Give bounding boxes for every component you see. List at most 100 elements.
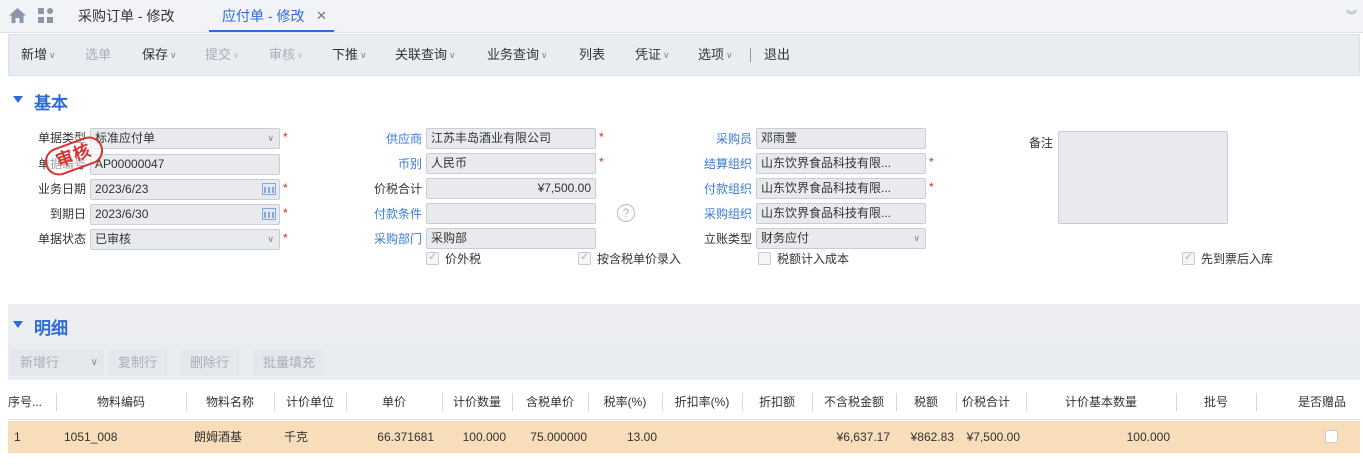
- business-query-button[interactable]: 业务查询 ∨: [487, 35, 548, 75]
- purdept-field[interactable]: 采购部: [426, 228, 596, 249]
- related-query-button[interactable]: 关联查询 ∨: [395, 35, 456, 75]
- cell-base-qty[interactable]: 100.000: [1026, 421, 1170, 453]
- cell-tax-price[interactable]: 75.000000: [512, 421, 587, 453]
- purdept-label[interactable]: 采购部门: [340, 229, 422, 249]
- save-button[interactable]: 保存 ∨: [142, 35, 177, 75]
- input-by-tax-price-checkbox[interactable]: [578, 250, 591, 265]
- payterm-label[interactable]: 付款条件: [340, 204, 422, 224]
- payterm-field[interactable]: [426, 203, 596, 224]
- new-button[interactable]: 新增 ∨: [21, 35, 56, 75]
- col-header-material-code[interactable]: 物料编码: [56, 384, 186, 420]
- supplier-label[interactable]: 供应商: [340, 129, 422, 149]
- submit-label: 提交: [205, 47, 232, 62]
- buyer-field[interactable]: 邓雨萱: [756, 128, 926, 149]
- push-label: 下推: [332, 47, 359, 62]
- cell-seq[interactable]: 1: [14, 421, 21, 453]
- biz-date-label: 业务日期: [37, 182, 86, 196]
- cell-unit[interactable]: 千克: [284, 421, 308, 453]
- cell-tax-rate[interactable]: 13.00: [588, 421, 657, 453]
- account-type-select[interactable]: 财务应付 ∨: [756, 228, 926, 249]
- table-row[interactable]: 1 1051_008 朗姆酒基 千克 66.371681 100.000 75.…: [8, 421, 1360, 453]
- col-header-total[interactable]: 价税合计: [956, 384, 1026, 420]
- list-button[interactable]: 列表: [579, 35, 605, 75]
- cell-price[interactable]: 66.371681: [346, 421, 434, 453]
- settle-org-label[interactable]: 结算组织: [670, 154, 752, 174]
- collapse-arrow-icon[interactable]: [13, 321, 23, 328]
- chevron-double-down-icon[interactable]: ︾: [1346, 7, 1357, 23]
- cell-material-code[interactable]: 1051_008: [64, 421, 117, 453]
- section-title-basic: 基本: [34, 94, 68, 113]
- column-divider: [1256, 393, 1257, 411]
- col-header-tax-price[interactable]: 含税单价: [512, 384, 588, 420]
- invoice-first-checkbox[interactable]: [1182, 250, 1195, 265]
- col-header-discount-rate[interactable]: 折扣率(%): [662, 384, 742, 420]
- col-header-base-qty[interactable]: 计价基本数量: [1026, 384, 1176, 420]
- col-header-gift[interactable]: 是否赠品: [1298, 384, 1360, 420]
- pay-org-field[interactable]: 山东饮界食品科技有限...: [756, 178, 926, 199]
- calendar-icon[interactable]: [262, 208, 276, 220]
- required-mark: *: [283, 130, 288, 144]
- pur-org-label[interactable]: 采购组织: [670, 204, 752, 224]
- options-button[interactable]: 选项 ∨: [698, 35, 733, 75]
- chevron-down-icon: ∨: [913, 233, 920, 243]
- pur-org-field[interactable]: 山东饮界食品科技有限...: [756, 203, 926, 224]
- tax-in-cost-checkbox[interactable]: [758, 252, 771, 265]
- tab-purchase-order[interactable]: 采购订单 - 修改: [78, 0, 174, 33]
- buyer-label[interactable]: 采购员: [670, 129, 752, 149]
- cell-amount[interactable]: ¥6,637.17: [812, 421, 890, 453]
- chevron-down-icon: ∨: [49, 50, 56, 60]
- supplier-field[interactable]: 江苏丰岛酒业有限公司: [426, 128, 596, 149]
- voucher-button[interactable]: 凭证 ∨: [635, 35, 670, 75]
- cell-discount-rate[interactable]: [662, 421, 738, 453]
- gift-checkbox[interactable]: [1325, 430, 1338, 443]
- close-tab-icon[interactable]: ✕: [316, 8, 327, 24]
- main-toolbar: 新增 ∨ 选单 保存 ∨ 提交 ∨ 审核 ∨ 下推 ∨ 关联查询 ∨ 业务查询 ∨ 列表 凭证…: [8, 34, 1360, 76]
- audit-button[interactable]: 审核 ∨: [269, 35, 304, 75]
- cell-discount[interactable]: [742, 421, 808, 453]
- tab-payable[interactable]: 应付单 - 修改: [222, 0, 304, 33]
- bill-type-select[interactable]: 标准应付单 ∨: [90, 128, 280, 149]
- chevron-down-icon: ∨: [267, 234, 274, 244]
- col-header-lot[interactable]: 批号: [1176, 384, 1256, 420]
- cell-total[interactable]: ¥7,500.00: [956, 421, 1020, 453]
- exit-button[interactable]: 退出: [764, 35, 790, 75]
- biz-date-field[interactable]: 2023/6/23: [90, 179, 280, 200]
- status-select[interactable]: 已审核 ∨: [90, 229, 280, 250]
- home-icon[interactable]: [9, 8, 26, 23]
- delete-row-button[interactable]: 删除行: [180, 350, 240, 376]
- currency-field[interactable]: 人民币: [426, 153, 596, 174]
- collapse-arrow-icon[interactable]: [13, 96, 23, 103]
- due-date-field[interactable]: 2023/6/30: [90, 204, 280, 225]
- apps-grid-icon[interactable]: [38, 8, 54, 24]
- help-icon[interactable]: ?: [617, 204, 635, 222]
- col-header-price[interactable]: 单价: [346, 384, 442, 420]
- col-header-unit[interactable]: 计价单位: [274, 384, 346, 420]
- total-field[interactable]: ¥7,500.00: [426, 178, 596, 199]
- add-row-button[interactable]: 新增行 ∨: [10, 350, 104, 376]
- col-header-discount[interactable]: 折扣额: [742, 384, 812, 420]
- copy-row-button[interactable]: 复制行: [108, 350, 168, 376]
- cell-tax[interactable]: ¥862.83: [896, 421, 954, 453]
- col-header-tax-rate[interactable]: 税率(%): [588, 384, 662, 420]
- due-date-value: 2023/6/30: [95, 207, 149, 221]
- push-button[interactable]: 下推 ∨: [332, 35, 367, 75]
- cell-lot[interactable]: [1178, 421, 1254, 453]
- bill-no-field[interactable]: AP00000047: [90, 154, 280, 175]
- calendar-icon[interactable]: [262, 183, 276, 195]
- col-header-qty[interactable]: 计价数量: [442, 384, 512, 420]
- select-button[interactable]: 选单: [85, 35, 111, 75]
- settle-org-field[interactable]: 山东饮界食品科技有限...: [756, 153, 926, 174]
- pay-org-label[interactable]: 付款组织: [670, 179, 752, 199]
- col-header-tax[interactable]: 税额: [896, 384, 956, 420]
- batch-fill-button[interactable]: 批量填充: [253, 350, 326, 376]
- remark-label: 备注: [1028, 136, 1053, 150]
- col-header-material-name[interactable]: 物料名称: [186, 384, 274, 420]
- cell-material-name[interactable]: 朗姆酒基: [194, 421, 242, 453]
- currency-label[interactable]: 币别: [340, 154, 422, 174]
- remark-textarea[interactable]: [1058, 131, 1228, 224]
- submit-button[interactable]: 提交 ∨: [205, 35, 240, 75]
- col-header-seq[interactable]: 序号...: [8, 384, 44, 420]
- col-header-amount[interactable]: 不含税金额: [812, 384, 896, 420]
- cell-qty[interactable]: 100.000: [442, 421, 506, 453]
- tax-excluded-checkbox[interactable]: [426, 250, 439, 265]
